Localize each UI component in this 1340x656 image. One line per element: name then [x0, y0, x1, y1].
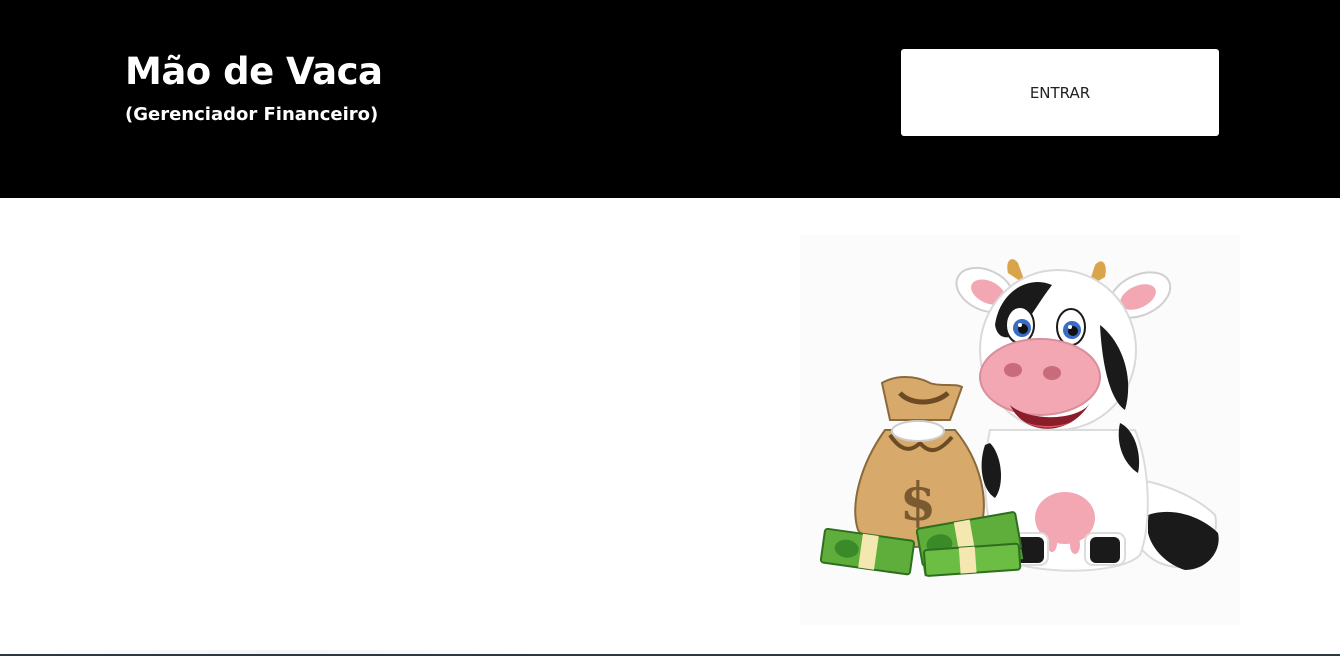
dollar-sign: $	[900, 472, 936, 533]
cow-money-illustration: $	[800, 235, 1240, 625]
site-header: Mão de Vaca (Gerenciador Financeiro) ENT…	[0, 0, 1340, 198]
login-button[interactable]: ENTRAR	[901, 49, 1219, 136]
brand-title: Mão de Vaca	[125, 50, 383, 93]
brand-subtitle: (Gerenciador Financeiro)	[125, 104, 379, 125]
